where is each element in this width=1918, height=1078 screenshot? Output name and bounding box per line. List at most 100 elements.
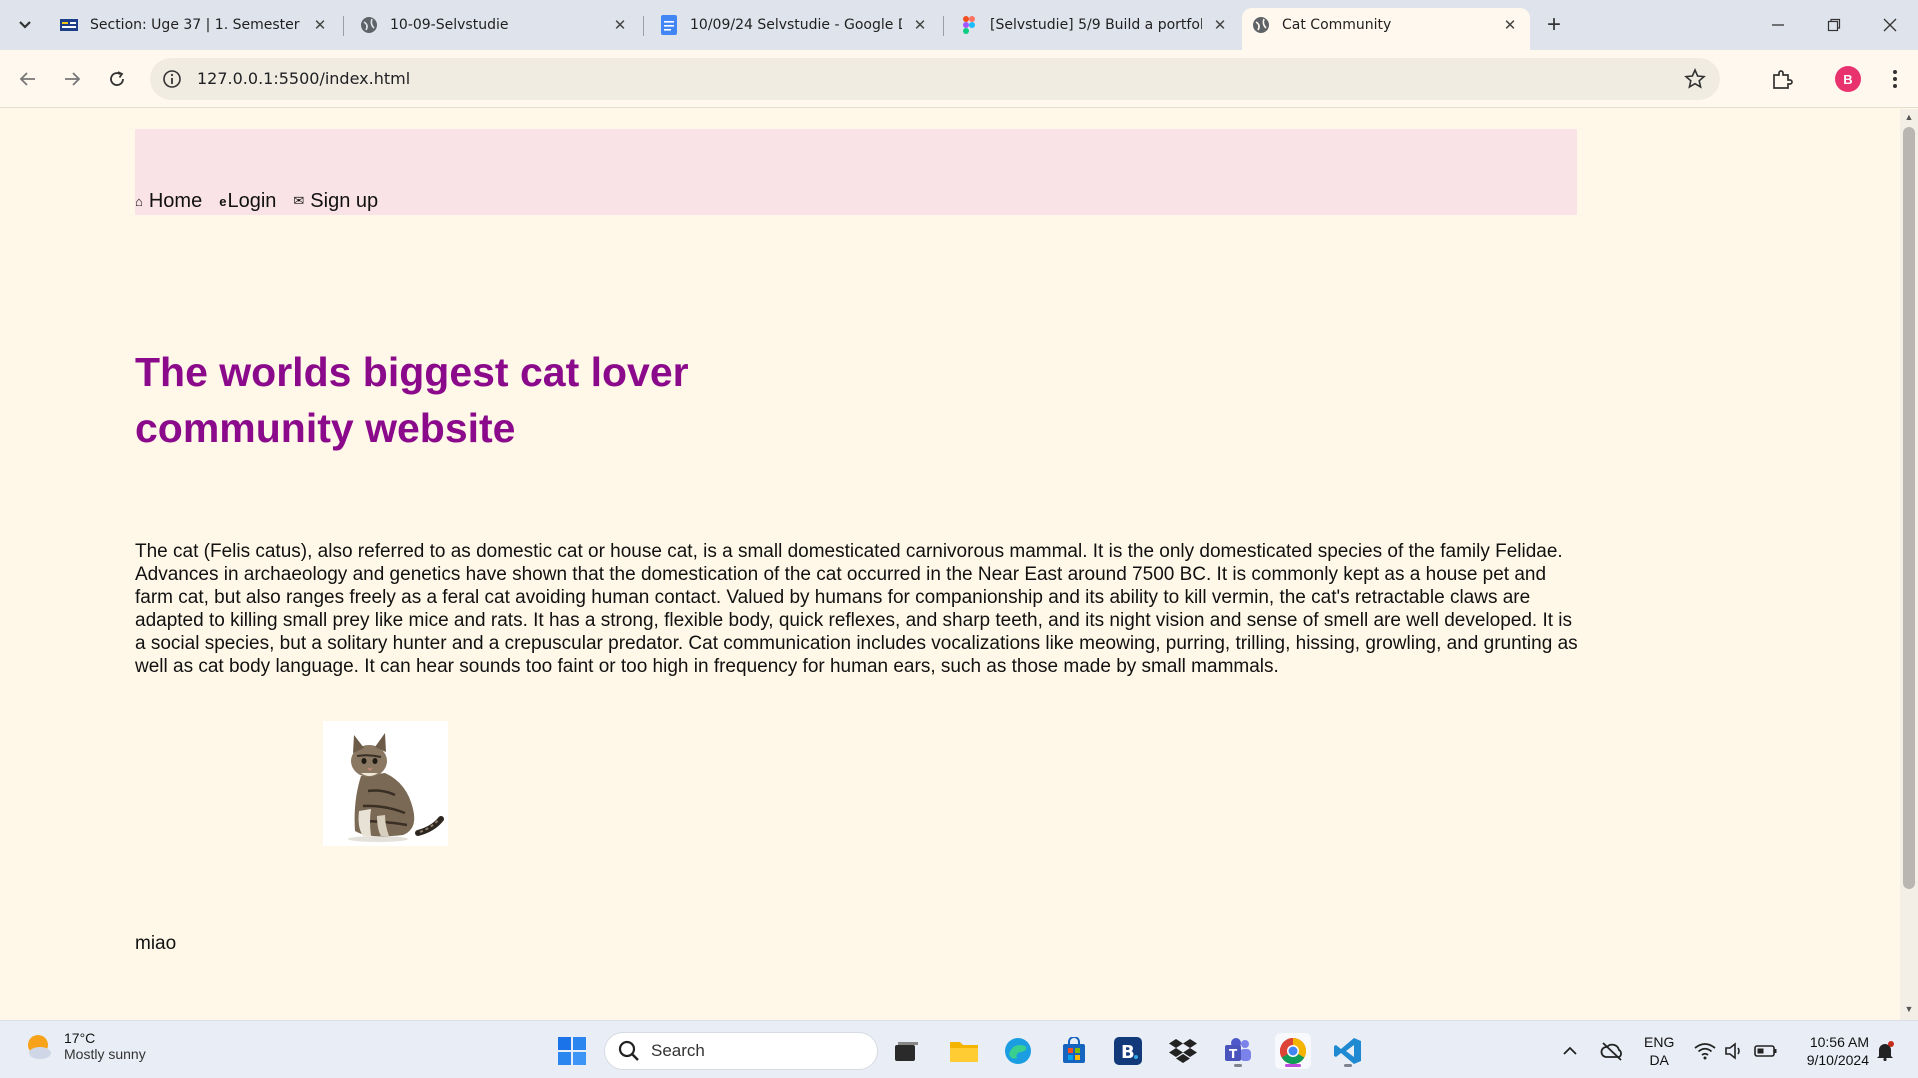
task-view-icon [895, 1042, 918, 1061]
page-scrollbar[interactable]: ▲ ▼ [1900, 109, 1918, 1020]
weather-description: Mostly sunny [64, 1046, 146, 1062]
system-clock[interactable]: 10:56 AM 9/10/2024 [1797, 1033, 1869, 1069]
tab-4-active[interactable]: Cat Community ✕ [1242, 8, 1530, 50]
task-view-button[interactable] [888, 1033, 924, 1069]
windows-taskbar: 17°C Mostly sunny Search B T ENG DA 10:5… [0, 1020, 1918, 1078]
close-icon[interactable]: ✕ [910, 15, 930, 35]
tab-title: [Selvstudie] 5/9 Build a portfolio [990, 17, 1202, 33]
input-language[interactable]: ENG DA [1644, 1033, 1674, 1069]
close-icon [1883, 18, 1897, 32]
tab-title: 10-09-Selvstudie [390, 17, 509, 33]
mail-icon: ✉ [293, 193, 305, 208]
tab-search-button[interactable] [10, 10, 40, 40]
app-running-indicator [1234, 1064, 1242, 1067]
extensions-button[interactable] [1767, 64, 1797, 94]
weather-widget[interactable]: 17°C Mostly sunny [24, 1030, 146, 1062]
tab-divider [943, 16, 944, 36]
scroll-up-icon[interactable]: ▲ [1903, 112, 1915, 124]
url-text[interactable]: 127.0.0.1:5500/index.html [197, 69, 410, 88]
forward-button[interactable] [56, 63, 88, 95]
wifi-icon [1694, 1043, 1716, 1060]
restore-button[interactable] [1814, 8, 1854, 42]
svg-text:B: B [1121, 1042, 1135, 1063]
docs-icon [660, 15, 678, 35]
scrollbar-thumb[interactable] [1903, 127, 1915, 889]
booking-button[interactable]: B [1110, 1033, 1146, 1069]
tab-divider [643, 16, 644, 36]
taskbar-search-box[interactable]: Search [604, 1032, 878, 1070]
vscode-icon [1334, 1038, 1361, 1064]
store-icon [1063, 1037, 1085, 1063]
globe-icon [360, 16, 378, 34]
chrome-icon [1279, 1037, 1307, 1065]
bell-icon [1877, 1041, 1894, 1061]
address-bar[interactable]: 127.0.0.1:5500/index.html [150, 58, 1720, 100]
keyboard-layout: DA [1649, 1052, 1669, 1068]
dropbox-icon [1169, 1039, 1197, 1063]
tab-title: 10/09/24 Selvstudie - Google Docs [690, 17, 902, 33]
booking-icon: B [1114, 1037, 1142, 1065]
close-icon[interactable]: ✕ [610, 15, 630, 35]
close-icon[interactable]: ✕ [1210, 15, 1230, 35]
scroll-down-icon[interactable]: ▼ [1903, 1004, 1915, 1016]
teams-icon: T [1225, 1038, 1251, 1061]
show-hidden-icons[interactable] [1562, 1037, 1578, 1065]
battery-tray[interactable] [1754, 1037, 1778, 1065]
tab-0[interactable]: Section: Uge 37 | 1. Semester E24 ✕ [50, 8, 340, 42]
page-viewport: ⌂ Home e Login ✉ Sign up The worlds bigg… [0, 109, 1900, 1020]
tab-3[interactable]: [Selvstudie] 5/9 Build a portfolio ✕ [950, 8, 1240, 42]
notifications-button[interactable] [1876, 1037, 1894, 1065]
sun-cloud-icon [28, 1035, 51, 1059]
menu-button[interactable] [1880, 64, 1910, 94]
onedrive-tray[interactable] [1600, 1037, 1624, 1065]
reload-button[interactable] [101, 63, 133, 95]
tab-2[interactable]: 10/09/24 Selvstudie - Google Docs ✕ [650, 8, 940, 42]
arrow-left-icon [19, 72, 35, 86]
windows-start-icon[interactable] [556, 1035, 588, 1067]
tab-divider [343, 16, 344, 36]
cloud-offline-icon [1600, 1042, 1622, 1061]
network-tray[interactable] [1694, 1037, 1716, 1065]
cat-illustration [348, 733, 444, 842]
bookmark-star-icon[interactable] [1684, 68, 1706, 90]
reload-icon [110, 71, 124, 86]
chevron-up-icon [1563, 1046, 1577, 1055]
dropbox-button[interactable] [1165, 1033, 1201, 1069]
close-icon[interactable]: ✕ [1500, 15, 1520, 35]
weather-temperature: 17°C [64, 1030, 96, 1046]
browser-toolbar: 127.0.0.1:5500/index.html B [0, 50, 1918, 108]
chevron-down-icon [19, 21, 31, 29]
tab-strip: Section: Uge 37 | 1. Semester E24 ✕ 10-0… [0, 0, 1918, 50]
cat-image [323, 721, 448, 846]
window-close-button[interactable] [1870, 8, 1910, 42]
nav-login-label: Login [227, 189, 277, 212]
vscode-button[interactable] [1330, 1033, 1366, 1069]
minimize-icon [1772, 24, 1784, 26]
close-icon[interactable]: ✕ [310, 15, 330, 35]
figma-icon [960, 16, 978, 34]
tab-1[interactable]: 10-09-Selvstudie ✕ [350, 8, 640, 42]
app-active-indicator [1285, 1064, 1301, 1067]
teams-button[interactable]: T [1220, 1033, 1256, 1069]
home-icon: ⌂ [135, 193, 143, 209]
login-icon: e [219, 193, 227, 209]
nav-signup-link[interactable]: ✉ Sign up [293, 190, 378, 213]
back-button[interactable] [12, 63, 44, 95]
profile-avatar[interactable]: B [1835, 66, 1861, 92]
page-title: The worlds biggest cat lover community w… [135, 349, 689, 451]
site-info-icon[interactable] [162, 69, 182, 89]
nav-login-link[interactable]: e Login [219, 190, 276, 213]
battery-icon [1754, 1045, 1777, 1057]
new-tab-button[interactable]: + [1540, 11, 1568, 39]
folder-icon [950, 1042, 978, 1062]
ms-store-button[interactable] [1056, 1033, 1092, 1069]
nav-home-label: Home [148, 189, 203, 212]
edge-button[interactable] [1000, 1033, 1036, 1069]
file-explorer-button[interactable] [946, 1033, 982, 1069]
speaker-icon [1725, 1042, 1740, 1060]
volume-tray[interactable] [1724, 1037, 1744, 1065]
nav-home-link[interactable]: ⌂ Home [135, 190, 202, 213]
chrome-button[interactable] [1275, 1033, 1311, 1069]
minimize-button[interactable] [1758, 8, 1798, 42]
clock-date: 9/10/2024 [1806, 1052, 1869, 1068]
